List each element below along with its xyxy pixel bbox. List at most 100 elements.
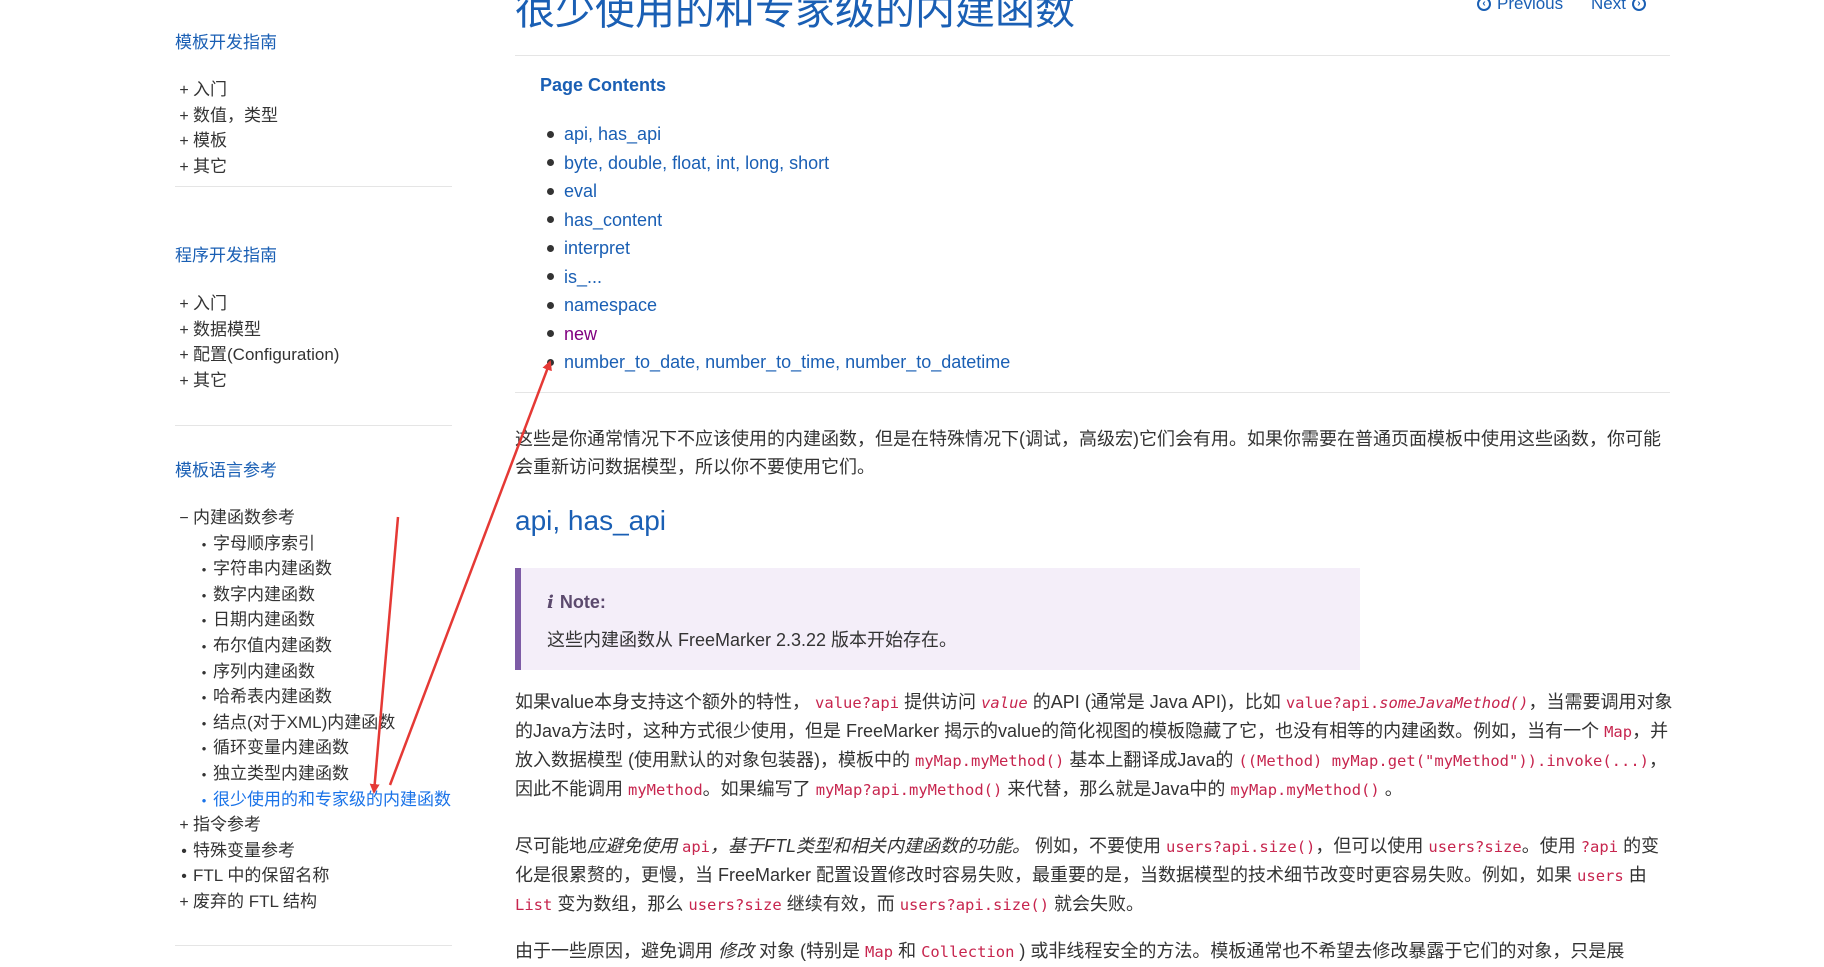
sidebar-item[interactable]: + 数据模型 bbox=[175, 317, 339, 343]
sidebar-subitem-label[interactable]: 循环变量内建函数 bbox=[213, 738, 349, 757]
sidebar-item[interactable]: • FTL 中的保留名称 bbox=[175, 863, 451, 889]
sidebar-subitem[interactable]: • 哈希表内建函数 bbox=[175, 684, 451, 710]
toc-link[interactable]: new bbox=[564, 324, 597, 344]
previous-link[interactable]: ‹ Previous bbox=[1477, 0, 1563, 14]
code-italic: value bbox=[981, 694, 1028, 712]
sidebar-section-title-language-reference[interactable]: 模板语言参考 bbox=[175, 456, 277, 481]
expand-icon[interactable]: + bbox=[175, 369, 193, 395]
arrow-right-circle-icon[interactable]: › bbox=[1631, 0, 1646, 11]
text: 对象 (特别是 bbox=[759, 941, 861, 961]
collapse-icon[interactable]: − bbox=[175, 506, 193, 532]
sidebar-item[interactable]: + 入门 bbox=[175, 291, 339, 317]
toc-item[interactable]: eval bbox=[540, 177, 1010, 206]
sidebar-subitem[interactable]: • 字母顺序索引 bbox=[175, 531, 451, 557]
sidebar-subitem[interactable]: • 独立类型内建函数 bbox=[175, 761, 451, 787]
sidebar-subitem-label[interactable]: 日期内建函数 bbox=[213, 610, 315, 629]
toc-item[interactable]: byte, double, float, int, long, short bbox=[540, 149, 1010, 178]
sidebar-subitem-label[interactable]: 字母顺序索引 bbox=[213, 534, 315, 553]
toc-link[interactable]: is_... bbox=[564, 267, 602, 287]
arrow-left-circle-icon[interactable]: ‹ bbox=[1477, 0, 1491, 11]
sidebar-item[interactable]: + 配置(Configuration) bbox=[175, 342, 339, 368]
sidebar-subitem-label[interactable]: 数字内建函数 bbox=[213, 585, 315, 604]
sidebar-subitem-label[interactable]: 很少使用的和专家级的内建函数 bbox=[213, 790, 451, 809]
toc-item[interactable]: api, has_api bbox=[540, 120, 1010, 149]
next-label[interactable]: Next bbox=[1591, 0, 1626, 14]
sidebar-subitem[interactable]: • 字符串内建函数 bbox=[175, 556, 451, 582]
expand-icon[interactable]: + bbox=[175, 129, 193, 155]
sidebar-item-label[interactable]: 指令参考 bbox=[193, 815, 261, 834]
sidebar-item-label[interactable]: 内建函数参考 bbox=[193, 508, 295, 527]
sidebar-item-label[interactable]: 特殊变量参考 bbox=[193, 841, 295, 860]
sidebar-subitem[interactable]: • 结点(对于XML)内建函数 bbox=[175, 710, 451, 736]
text: 提供访问 bbox=[904, 692, 977, 712]
sidebar-item[interactable]: + 指令参考 bbox=[175, 812, 451, 838]
sidebar-item-label[interactable]: 配置(Configuration) bbox=[193, 345, 339, 364]
sidebar-subitem-label[interactable]: 布尔值内建函数 bbox=[213, 636, 332, 655]
code-inline: ((Method) myMap.get("myMethod")).invoke(… bbox=[1238, 752, 1649, 770]
sidebar-item-label[interactable]: FTL 中的保留名称 bbox=[193, 866, 329, 885]
toc-item[interactable]: has_content bbox=[540, 206, 1010, 235]
sidebar-divider bbox=[175, 425, 452, 426]
expand-icon[interactable]: + bbox=[175, 104, 193, 130]
toc-item[interactable]: interpret bbox=[540, 234, 1010, 263]
sidebar-item-label[interactable]: 废弃的 FTL 结构 bbox=[193, 892, 317, 911]
sidebar-item-label[interactable]: 其它 bbox=[193, 371, 227, 390]
toc-link[interactable]: eval bbox=[564, 181, 597, 201]
toc-link[interactable]: api, has_api bbox=[564, 124, 661, 144]
sidebar-item[interactable]: + 模板 bbox=[175, 128, 278, 154]
sidebar-section-title-programmer-guide[interactable]: 程序开发指南 bbox=[175, 241, 277, 266]
expand-icon[interactable]: + bbox=[175, 813, 193, 839]
text: 。使用 bbox=[1521, 836, 1576, 856]
toc-item[interactable]: namespace bbox=[540, 291, 1010, 320]
sidebar-subitem[interactable]: • 循环变量内建函数 bbox=[175, 735, 451, 761]
sidebar-item-label[interactable]: 数据模型 bbox=[193, 320, 261, 339]
sidebar-subitem-label[interactable]: 结点(对于XML)内建函数 bbox=[213, 713, 395, 732]
sidebar-subitem-label[interactable]: 独立类型内建函数 bbox=[213, 764, 349, 783]
expand-icon[interactable]: + bbox=[175, 155, 193, 181]
expand-icon[interactable]: + bbox=[175, 890, 193, 916]
sidebar-subitem[interactable]: • 布尔值内建函数 bbox=[175, 633, 451, 659]
toc-item[interactable]: number_to_date, number_to_time, number_t… bbox=[540, 348, 1010, 377]
sidebar-item-label[interactable]: 模板 bbox=[193, 131, 227, 150]
sidebar-item[interactable]: + 其它 bbox=[175, 154, 278, 180]
code-inline: value bbox=[981, 694, 1028, 712]
sidebar-item-label[interactable]: 数值，类型 bbox=[193, 106, 278, 125]
next-link[interactable]: Next › bbox=[1591, 0, 1646, 14]
code-inline: value?api bbox=[815, 694, 900, 712]
sidebar-subitem[interactable]: • 序列内建函数 bbox=[175, 659, 451, 685]
sidebar-item[interactable]: + 其它 bbox=[175, 368, 339, 394]
note-box: i Note: 这些内建函数从 FreeMarker 2.3.22 版本开始存在。 bbox=[515, 568, 1360, 670]
text: 就会失败。 bbox=[1054, 894, 1145, 914]
page-title: 很少使用的和专家级的内建函数 bbox=[515, 0, 1075, 33]
toc-link[interactable]: interpret bbox=[564, 238, 630, 258]
toc-link[interactable]: has_content bbox=[564, 210, 662, 230]
toc-link[interactable]: byte, double, float, int, long, short bbox=[564, 153, 829, 173]
sidebar-item-label[interactable]: 其它 bbox=[193, 157, 227, 176]
toc-link[interactable]: namespace bbox=[564, 295, 657, 315]
previous-label[interactable]: Previous bbox=[1497, 0, 1563, 14]
sidebar-item[interactable]: + 入门 bbox=[175, 77, 278, 103]
expand-icon[interactable]: + bbox=[175, 78, 193, 104]
toc-link[interactable]: number_to_date, number_to_time, number_t… bbox=[564, 352, 1010, 372]
bullet-icon: • bbox=[201, 715, 207, 731]
sidebar-item-builtins-reference[interactable]: − 内建函数参考 bbox=[175, 505, 451, 531]
sidebar-item[interactable]: + 废弃的 FTL 结构 bbox=[175, 889, 451, 915]
sidebar-section-title-template-guide[interactable]: 模板开发指南 bbox=[175, 28, 277, 53]
sidebar-subitem-label[interactable]: 字符串内建函数 bbox=[213, 559, 332, 578]
sidebar-subitem[interactable]: • 数字内建函数 bbox=[175, 582, 451, 608]
sidebar-item-label[interactable]: 入门 bbox=[193, 294, 227, 313]
toc-item-visited[interactable]: new bbox=[540, 320, 1010, 349]
sidebar-item[interactable]: + 数值，类型 bbox=[175, 103, 278, 129]
sidebar-item[interactable]: • 特殊变量参考 bbox=[175, 838, 451, 864]
paragraph-api-description: 如果value本身支持这个额外的特性， value?api 提供访问 value… bbox=[515, 688, 1675, 804]
toc-item[interactable]: is_... bbox=[540, 263, 1010, 292]
expand-icon[interactable]: + bbox=[175, 292, 193, 318]
expand-icon[interactable]: + bbox=[175, 343, 193, 369]
text: 继续有效，而 bbox=[786, 894, 895, 914]
sidebar-subitem-label[interactable]: 哈希表内建函数 bbox=[213, 687, 332, 706]
sidebar-subitem-current[interactable]: • 很少使用的和专家级的内建函数 bbox=[175, 787, 451, 813]
sidebar-item-label[interactable]: 入门 bbox=[193, 80, 227, 99]
expand-icon[interactable]: + bbox=[175, 318, 193, 344]
sidebar-subitem-label[interactable]: 序列内建函数 bbox=[213, 662, 315, 681]
sidebar-subitem[interactable]: • 日期内建函数 bbox=[175, 607, 451, 633]
